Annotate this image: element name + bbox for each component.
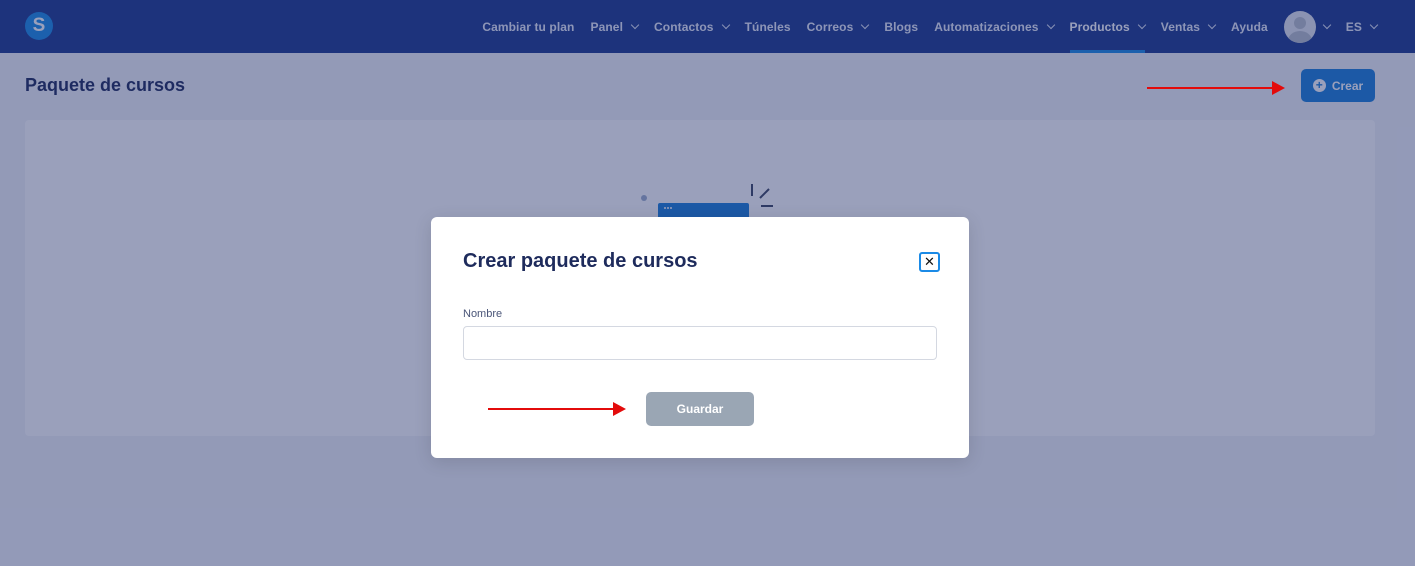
create-bundle-modal: Crear paquete de cursos ✕ Nombre Guardar [431, 217, 969, 458]
annotation-arrow-save [488, 402, 626, 416]
annotation-arrow-create [1147, 81, 1285, 95]
name-field-label: Nombre [463, 308, 503, 320]
save-button[interactable]: Guardar [646, 392, 754, 426]
close-icon[interactable]: ✕ [919, 252, 940, 272]
name-input[interactable] [463, 326, 937, 360]
modal-title: Crear paquete de cursos [463, 250, 698, 272]
